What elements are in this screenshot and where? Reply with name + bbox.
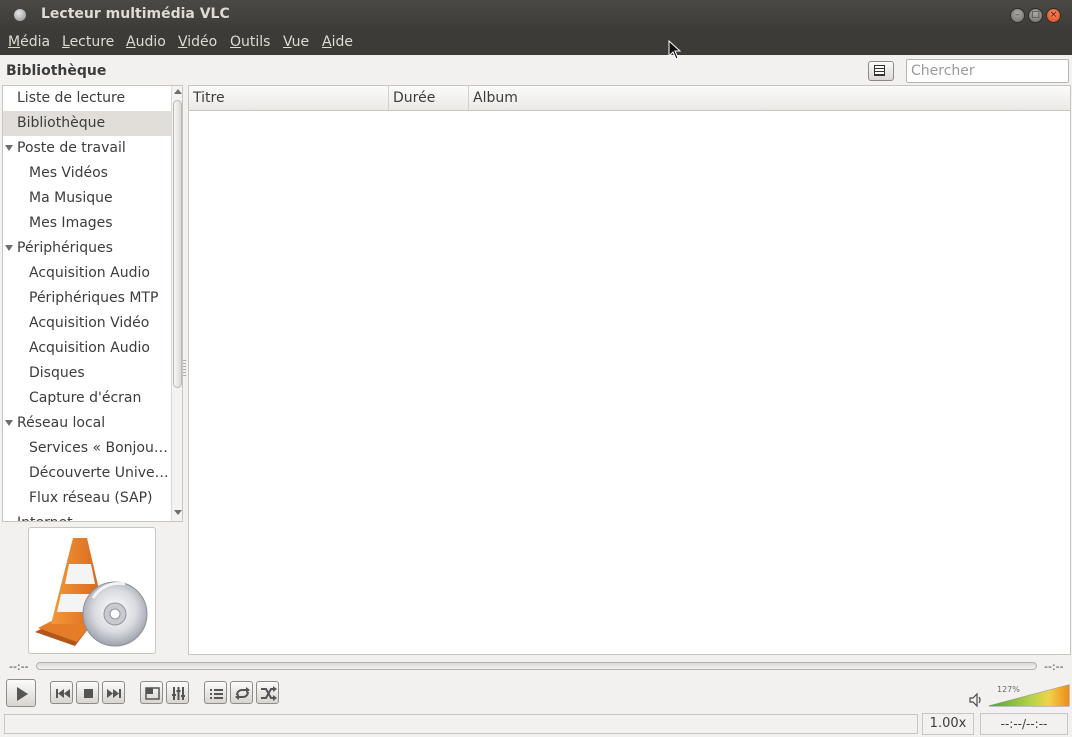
sidebar-item-label: Réseau local <box>17 415 106 431</box>
sidebar-item[interactable]: Capture d'écran <box>3 386 171 411</box>
sidebar-item-label: Capture d'écran <box>29 390 142 406</box>
menu-tools[interactable]: Outils <box>230 34 270 50</box>
maximize-button[interactable]: □ <box>1028 8 1043 23</box>
expander-arrow-icon[interactable] <box>5 145 13 151</box>
play-button[interactable] <box>6 679 36 707</box>
album-art <box>28 527 156 654</box>
sidebar-item[interactable]: Mes Images <box>3 211 171 236</box>
sidebar-item-label: Flux réseau (SAP) <box>29 490 153 506</box>
minimize-button[interactable]: – <box>1010 8 1025 23</box>
sidebar-item[interactable]: Découverte Universelle <box>3 461 171 486</box>
sidebar-item-label: Acquisition Audio <box>29 340 150 356</box>
menu-help[interactable]: Aide <box>322 34 353 50</box>
sidebar-item-label: Mes Vidéos <box>29 165 108 181</box>
sidebar-item[interactable]: Services « Bonjour » <box>3 436 171 461</box>
close-button[interactable]: × <box>1046 8 1061 23</box>
library-title: Bibliothèque <box>6 63 107 79</box>
equalizer-icon <box>172 687 185 700</box>
sidebar-item[interactable]: Acquisition Audio <box>3 261 171 286</box>
playlist-icon <box>210 689 223 699</box>
table-header: Titre Durée Album <box>189 86 1070 111</box>
stop-button[interactable] <box>76 681 99 704</box>
elapsed-time: --:-- <box>9 660 29 673</box>
sidebar-item-label: Découverte Universelle <box>29 465 169 481</box>
sidebar-item-label: Périphériques <box>17 240 113 256</box>
sidebar-item[interactable]: Périphériques MTP <box>3 286 171 311</box>
fullscreen-button[interactable] <box>140 681 163 704</box>
sidebar-item[interactable]: Poste de travail <box>3 136 171 161</box>
volume-percent: 127% <box>997 685 1020 694</box>
title-bar[interactable]: Lecteur multimédia VLC – □ × <box>0 0 1072 31</box>
column-title[interactable]: Titre <box>189 86 389 110</box>
mouse-cursor-icon <box>668 40 682 60</box>
previous-button[interactable] <box>50 681 73 704</box>
sidebar-tree[interactable]: Liste de lecture Bibliothèque Poste de tra… <box>2 85 183 522</box>
app-icon <box>14 9 26 21</box>
sidebar-item-label: Disques <box>29 365 85 381</box>
media-table[interactable]: Titre Durée Album <box>188 85 1071 655</box>
view-mode-button[interactable] <box>868 61 894 81</box>
next-icon <box>107 689 121 698</box>
playback-speed[interactable]: 1.00x <box>922 713 974 735</box>
column-duration[interactable]: Durée <box>389 86 469 110</box>
sidebar-item[interactable]: Périphériques <box>3 236 171 261</box>
sidebar-item[interactable]: Réseau local <box>3 411 171 436</box>
sidebar-item-label: Mes Images <box>29 215 113 231</box>
column-album[interactable]: Album <box>469 86 1070 110</box>
sidebar-item[interactable]: Acquisition Audio <box>3 336 171 361</box>
expander-arrow-icon[interactable] <box>5 420 13 426</box>
next-button[interactable] <box>102 681 125 704</box>
search-input[interactable] <box>906 59 1069 83</box>
pane-splitter[interactable] <box>183 360 186 376</box>
menu-video[interactable]: Vidéo <box>178 34 217 50</box>
time-display[interactable]: --:--/--:-- <box>980 713 1068 735</box>
sidebar-item-label: Poste de travail <box>17 140 126 156</box>
menu-view[interactable]: Vue <box>283 34 309 50</box>
shuffle-button[interactable] <box>256 681 279 704</box>
extended-settings-button[interactable] <box>166 681 189 704</box>
sidebar-item-label: Acquisition Audio <box>29 265 150 281</box>
stop-icon <box>84 689 93 698</box>
menu-audio[interactable]: Audio <box>126 34 166 50</box>
scroll-thumb[interactable] <box>173 100 182 388</box>
sidebar-item-label: Services « Bonjour » <box>29 440 169 456</box>
sidebar-item[interactable]: Acquisition Vidéo <box>3 311 171 336</box>
shuffle-icon <box>261 686 277 701</box>
sidebar-item-label: Bibliothèque <box>17 115 106 131</box>
vlc-cone-icon <box>35 538 148 647</box>
menu-media[interactable]: Média <box>8 34 50 50</box>
previous-icon <box>56 689 70 698</box>
sidebar-item[interactable]: Internet <box>3 511 171 521</box>
menu-bar: Média Lecture Audio Vidéo Outils Vue Aid… <box>0 31 1072 55</box>
speaker-icon[interactable] <box>968 692 984 708</box>
sidebar-item[interactable]: Liste de lecture <box>3 86 171 111</box>
sidebar-item[interactable]: Disques <box>3 361 171 386</box>
sidebar-item-label: Acquisition Vidéo <box>29 315 150 331</box>
playlist-button[interactable] <box>204 681 227 704</box>
sidebar-item-label: Liste de lecture <box>17 90 126 106</box>
sidebar-item[interactable]: Flux réseau (SAP) <box>3 486 171 511</box>
sidebar-item-label: Ma Musique <box>29 190 113 206</box>
sidebar-item-label: Périphériques MTP <box>29 290 159 306</box>
status-message <box>4 714 918 734</box>
scroll-down-icon[interactable] <box>174 510 182 515</box>
scroll-up-icon[interactable] <box>174 89 182 94</box>
menu-playback[interactable]: Lecture <box>62 34 114 50</box>
fullscreen-icon <box>145 687 160 700</box>
expander-arrow-icon[interactable] <box>5 245 13 251</box>
window-title: Lecteur multimédia VLC <box>41 6 230 22</box>
play-icon <box>17 687 28 701</box>
loop-icon <box>235 687 250 700</box>
loop-button[interactable] <box>230 681 253 704</box>
remaining-time: --:-- <box>1044 660 1064 673</box>
sidebar-item[interactable]: Bibliothèque <box>3 111 171 136</box>
sidebar-item[interactable]: Ma Musique <box>3 186 171 211</box>
list-view-icon <box>874 65 885 76</box>
seek-slider[interactable] <box>36 662 1037 670</box>
sidebar-item[interactable]: Mes Vidéos <box>3 161 171 186</box>
sidebar-item-label: Internet <box>17 511 73 521</box>
sidebar-scrollbar[interactable] <box>171 86 182 521</box>
